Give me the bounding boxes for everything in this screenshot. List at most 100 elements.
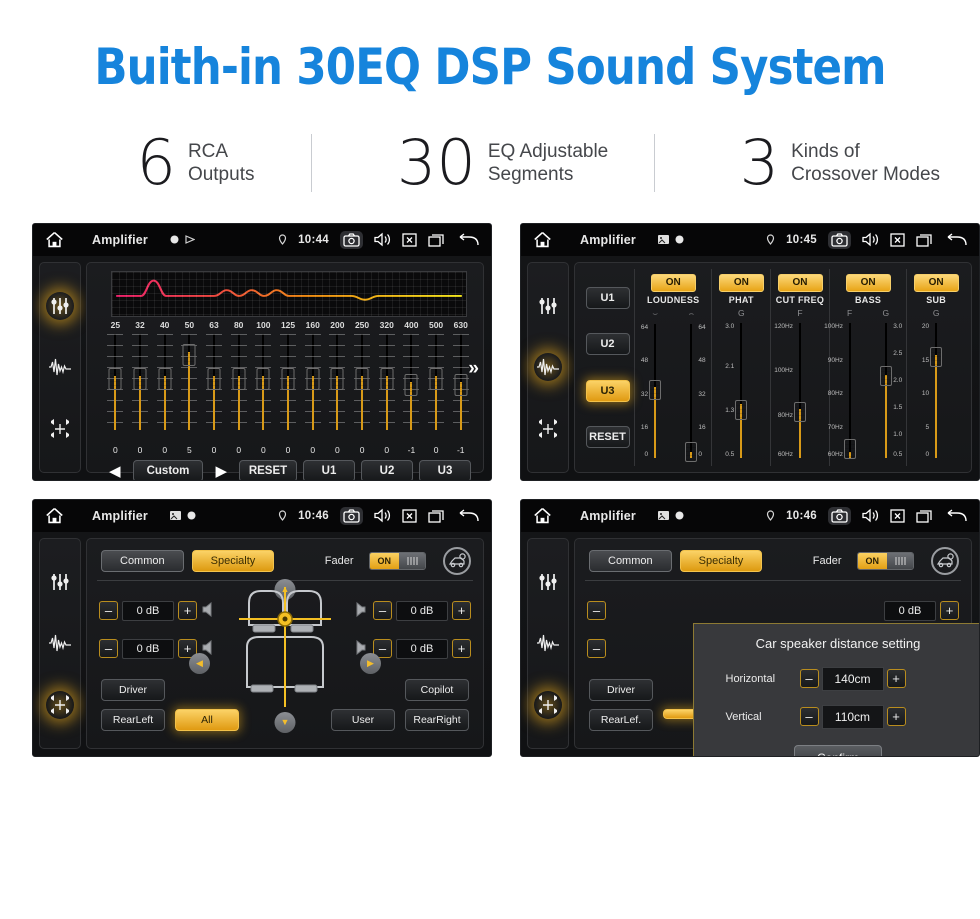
car-seat-diagram[interactable] (225, 585, 345, 714)
vertical-stepper[interactable]: – 110cm + (799, 704, 906, 729)
tab-specialty[interactable]: Specialty (679, 549, 763, 572)
bass-freq-slider[interactable]: 100Hz 90Hz 80Hz 70Hz 60Hz (824, 319, 868, 462)
eq-slider-band[interactable] (399, 332, 424, 444)
preset-u3-button[interactable]: U3 (585, 379, 630, 402)
eq-slider-band[interactable] (128, 332, 153, 444)
eq-slider-band[interactable] (300, 332, 325, 444)
eq-slider-band[interactable] (177, 332, 202, 444)
sidebar-item-equalizer[interactable] (46, 291, 74, 320)
home-icon[interactable] (533, 507, 552, 524)
loudness-toggle[interactable]: ON (650, 273, 696, 292)
preset-u2-button[interactable]: U2 (361, 459, 413, 480)
eq-slider-band[interactable] (251, 332, 276, 444)
horizontal-stepper[interactable]: – 140cm + (799, 666, 906, 691)
volume-icon[interactable] (862, 232, 879, 247)
loudness-slider-left[interactable]: 64 48 32 16 0 (637, 320, 673, 462)
tab-specialty[interactable]: Specialty (191, 549, 275, 572)
close-box-icon[interactable] (402, 509, 417, 523)
phat-gain-slider[interactable]: 3.0 2.1 1.3 0.5 (723, 319, 759, 462)
cutfreq-toggle[interactable]: ON (777, 273, 823, 292)
back-icon[interactable] (456, 509, 479, 523)
preset-prev-button[interactable]: ◀ (103, 462, 127, 480)
preset-u3-button[interactable]: U3 (419, 459, 471, 480)
seat-all-button[interactable]: All (175, 708, 239, 731)
plus-button[interactable]: + (940, 601, 959, 621)
plus-button[interactable]: + (452, 601, 471, 621)
eq-slider-band[interactable] (226, 332, 251, 444)
seat-user-button[interactable]: User (331, 708, 395, 731)
seat-rearright-button[interactable]: RearRight (405, 708, 469, 731)
sidebar-item-balance[interactable] (534, 691, 562, 720)
tab-common[interactable]: Common (101, 549, 184, 572)
sidebar-item-balance[interactable] (46, 691, 74, 720)
loudness-slider-right[interactable]: 64 48 32 16 0 (673, 320, 709, 462)
nav-left-button[interactable]: ◀ (189, 652, 210, 674)
eq-slider-band[interactable] (325, 332, 350, 444)
minus-button[interactable]: – (99, 639, 118, 659)
camera-icon[interactable] (340, 506, 363, 525)
sidebar-item-equalizer[interactable] (46, 568, 74, 596)
camera-icon[interactable] (340, 230, 363, 249)
preset-name[interactable]: Custom (132, 459, 204, 480)
back-icon[interactable] (944, 233, 967, 247)
camera-icon[interactable] (828, 506, 851, 525)
home-icon[interactable] (45, 231, 64, 248)
sidebar-item-waveform[interactable] (534, 629, 562, 657)
sidebar-item-balance[interactable] (534, 415, 562, 443)
sidebar-item-waveform[interactable] (534, 353, 562, 382)
sidebar-item-equalizer[interactable] (534, 568, 562, 596)
recents-icon[interactable] (916, 509, 933, 523)
nav-down-button[interactable]: ▼ (274, 711, 296, 733)
recents-icon[interactable] (916, 233, 933, 247)
seat-driver-button[interactable]: Driver (101, 678, 165, 701)
plus-button[interactable]: + (886, 707, 906, 727)
fader-toggle[interactable]: ON (856, 551, 914, 570)
eq-slider-band[interactable] (202, 332, 227, 444)
more-bands-icon[interactable]: » (468, 359, 479, 378)
plus-button[interactable]: + (452, 639, 471, 659)
eq-slider-band[interactable] (103, 332, 128, 444)
bass-toggle[interactable]: ON (845, 273, 891, 292)
eq-slider-band[interactable] (276, 332, 301, 444)
seat-rearleft-button[interactable]: RearLeft (101, 708, 165, 731)
back-icon[interactable] (456, 233, 479, 247)
preset-u1-button[interactable]: U1 (303, 459, 355, 480)
preset-u2-button[interactable]: U2 (585, 333, 630, 356)
car-gear-icon[interactable] (931, 546, 959, 575)
close-box-icon[interactable] (402, 233, 417, 247)
sidebar-item-waveform[interactable] (46, 353, 74, 381)
preset-u1-button[interactable]: U1 (585, 287, 630, 310)
minus-button[interactable]: – (799, 669, 819, 689)
reset-button[interactable]: RESET (239, 459, 297, 480)
cutfreq-slider[interactable]: 120Hz 100Hz 80Hz 60Hz (774, 319, 818, 462)
nav-right-button[interactable]: ▶ (360, 652, 381, 674)
preset-next-button[interactable]: ▶ (209, 462, 233, 480)
camera-icon[interactable] (828, 230, 851, 249)
eq-slider-band[interactable] (374, 332, 399, 444)
sub-gain-slider[interactable]: 20 15 10 5 0 (918, 319, 954, 462)
car-gear-icon[interactable] (443, 546, 471, 575)
minus-button[interactable]: – (99, 601, 118, 621)
home-icon[interactable] (45, 507, 64, 524)
sidebar-item-waveform[interactable] (46, 629, 74, 657)
back-icon[interactable] (944, 509, 967, 523)
seat-rearleft-button[interactable]: RearLef. (589, 708, 653, 731)
sidebar-item-balance[interactable] (46, 415, 74, 443)
plus-button[interactable]: + (178, 601, 197, 621)
phat-toggle[interactable]: ON (718, 273, 764, 292)
eq-slider-band[interactable] (424, 332, 449, 444)
reset-button[interactable]: RESET (585, 425, 630, 448)
tab-common[interactable]: Common (589, 549, 672, 572)
eq-slider-band[interactable] (350, 332, 375, 444)
seat-copilot-button[interactable]: Copilot (405, 678, 469, 701)
close-box-icon[interactable] (890, 509, 905, 523)
seat-driver-button[interactable]: Driver (589, 678, 653, 701)
minus-button[interactable]: – (799, 707, 819, 727)
bass-gain-slider[interactable]: 3.0 2.5 2.0 1.5 1.0 0.5 (868, 319, 904, 462)
minus-button[interactable]: – (587, 600, 606, 620)
close-box-icon[interactable] (890, 233, 905, 247)
sidebar-item-equalizer[interactable] (534, 292, 562, 320)
fader-toggle[interactable]: ON (368, 551, 426, 570)
volume-icon[interactable] (374, 508, 391, 523)
confirm-button[interactable]: Confirm (793, 744, 882, 756)
